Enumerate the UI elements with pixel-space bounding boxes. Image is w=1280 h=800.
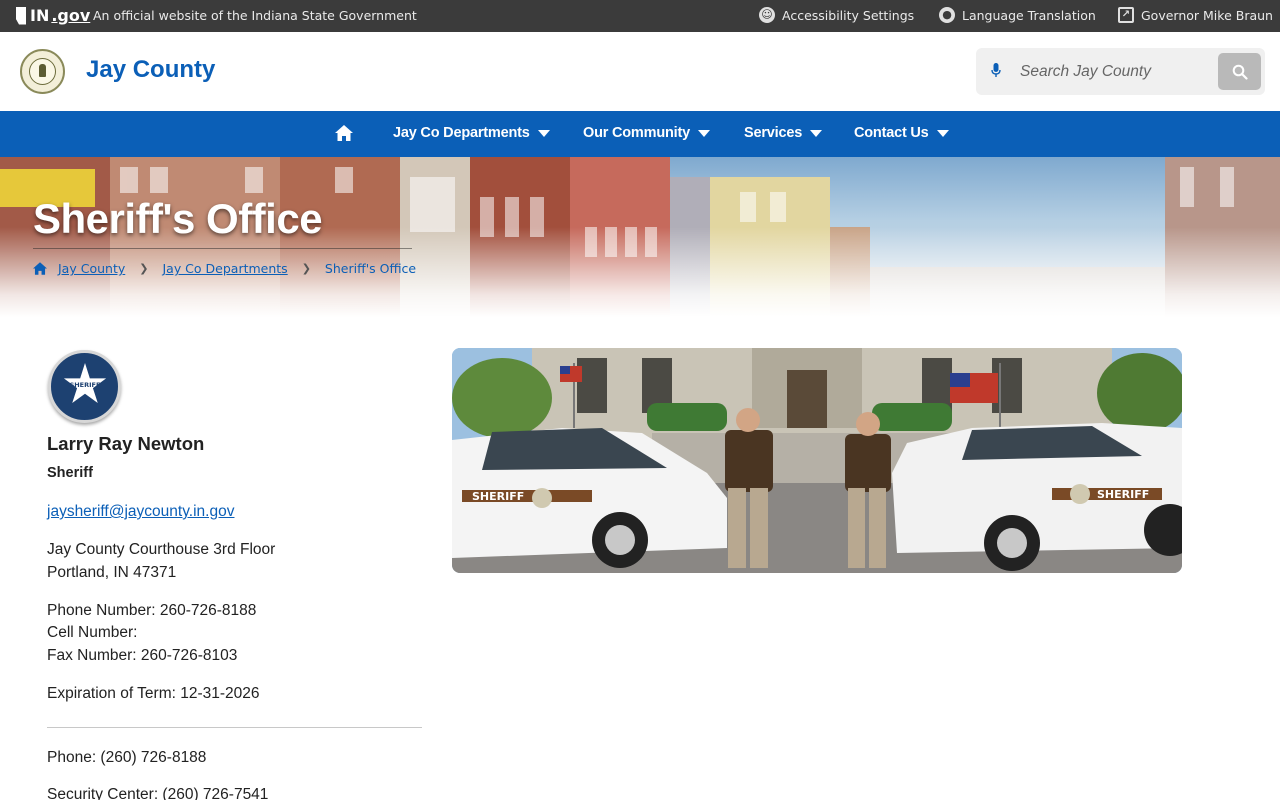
fax-number: Fax Number: 260-726-8103 — [47, 647, 238, 664]
nav-services[interactable]: Services — [744, 125, 823, 141]
home-icon[interactable] — [335, 125, 353, 141]
language-translation-link[interactable]: ● Language Translation — [939, 7, 1096, 23]
external-link-icon: ↗ — [1118, 7, 1134, 23]
official-website-text: An official website of the Indiana State… — [93, 8, 417, 23]
nav-jay-co-departments[interactable]: Jay Co Departments — [393, 125, 550, 141]
security-center-phone: Security Center: (260) 726-7541 — [47, 786, 269, 800]
accessibility-settings-link[interactable]: ☺ Accessibility Settings — [759, 7, 914, 23]
in-gov-logo[interactable]: IN .gov — [16, 6, 90, 25]
indiana-state-icon — [16, 6, 26, 25]
county-seal-logo[interactable] — [20, 49, 65, 94]
title-underline — [33, 248, 412, 249]
state-bar: IN .gov An official website of the Indian… — [0, 0, 1280, 32]
logo-gov-text: .gov — [51, 6, 91, 25]
term-expiration: Expiration of Term: 12-31-2026 — [47, 685, 260, 702]
nav-label: Our Community — [583, 125, 690, 141]
site-header: Jay County — [0, 32, 1280, 111]
office-phone: Phone: (260) 726-8188 — [47, 749, 207, 766]
governor-label: Governor Mike Braun — [1141, 7, 1273, 23]
vehicle-right-text: SHERIFF — [1097, 488, 1149, 501]
breadcrumb: Jay County ❯ Jay Co Departments ❯ Sherif… — [33, 261, 416, 276]
nav-contact-us[interactable]: Contact Us — [854, 125, 949, 141]
phone-number: Phone Number: 260-726-8188 — [47, 602, 257, 619]
site-title[interactable]: Jay County — [86, 56, 215, 84]
search-box — [976, 48, 1265, 95]
accessibility-settings-label: Accessibility Settings — [782, 7, 915, 23]
main-navigation: Jay Co Departments Our Community Service… — [0, 111, 1280, 157]
page-title: Sheriff's Office — [33, 195, 323, 242]
logo-in-text: IN — [30, 6, 50, 25]
address-line-2: Portland, IN 47371 — [47, 564, 177, 581]
nav-our-community[interactable]: Our Community — [583, 125, 710, 141]
language-translation-label: Language Translation — [962, 7, 1096, 23]
search-button[interactable] — [1218, 53, 1261, 90]
sheriff-vehicles-photo: SHERIFF SHERIFF — [452, 348, 1182, 573]
accessibility-icon: ☺ — [759, 7, 775, 23]
photo-illustration: SHERIFF SHERIFF — [452, 348, 1182, 573]
chevron-right-icon: ❯ — [301, 262, 311, 275]
chevron-right-icon: ❯ — [139, 262, 149, 275]
search-icon — [1232, 64, 1248, 80]
cell-number: Cell Number: — [47, 624, 138, 641]
nav-label: Jay Co Departments — [393, 125, 530, 141]
sheriff-badge-icon: SHERIFF — [48, 350, 121, 423]
official-name: Larry Ray Newton — [47, 433, 205, 454]
nav-label: Services — [744, 125, 803, 141]
globe-icon: ● — [939, 7, 955, 23]
breadcrumb-jay-co-departments[interactable]: Jay Co Departments — [162, 261, 287, 276]
nav-label: Contact Us — [854, 125, 929, 141]
section-divider — [47, 727, 422, 728]
home-icon[interactable] — [33, 262, 47, 275]
microphone-icon[interactable] — [991, 63, 1001, 78]
caret-down-icon — [810, 129, 823, 137]
badge-label: SHERIFF — [69, 381, 101, 389]
vehicle-left-text: SHERIFF — [472, 490, 524, 503]
search-input[interactable] — [1020, 60, 1190, 84]
breadcrumb-jay-county[interactable]: Jay County — [58, 261, 125, 276]
email-link[interactable]: jaysheriff@jaycounty.in.gov — [47, 503, 234, 521]
caret-down-icon — [697, 129, 710, 137]
hero-banner: Sheriff's Office Jay County ❯ Jay Co Dep… — [0, 157, 1280, 317]
caret-down-icon — [936, 129, 949, 137]
caret-down-icon — [537, 129, 550, 137]
breadcrumb-current: Sheriff's Office — [324, 261, 417, 276]
governor-link[interactable]: ↗ Governor Mike Braun — [1118, 7, 1273, 23]
official-role: Sheriff — [47, 465, 93, 481]
address-line-1: Jay County Courthouse 3rd Floor — [47, 541, 276, 558]
